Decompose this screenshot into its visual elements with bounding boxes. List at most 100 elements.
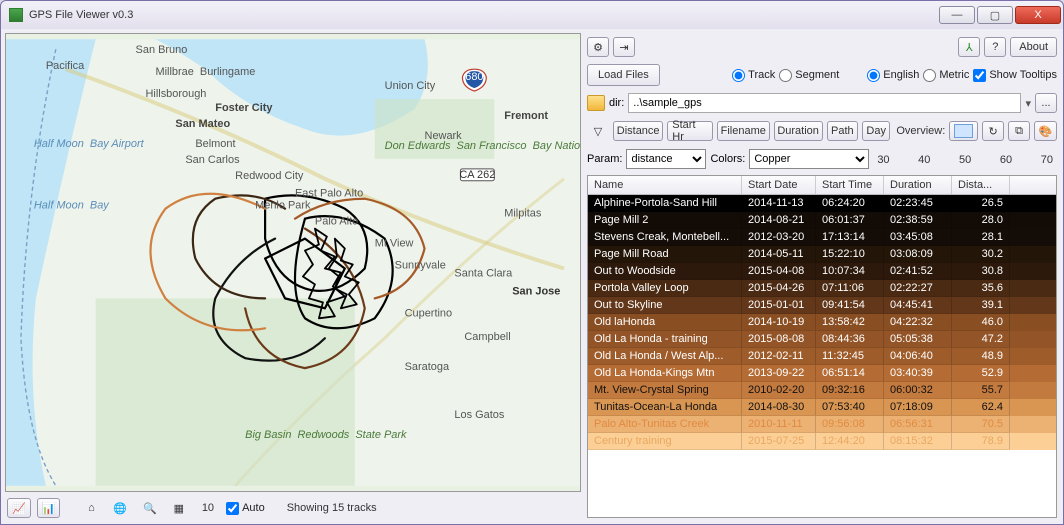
svg-text:San Mateo: San Mateo (175, 118, 230, 130)
filter-path-button[interactable]: Path (827, 121, 858, 141)
home-icon[interactable]: ⌂ (80, 498, 102, 518)
table-row[interactable]: Tunitas-Ocean-La Honda2014-08-3007:53:40… (588, 399, 1056, 416)
col-duration[interactable]: Duration (884, 176, 952, 194)
zoom-icon[interactable]: 🔍 (138, 498, 162, 518)
param-select[interactable]: distance (626, 149, 706, 169)
table-row[interactable]: Old laHonda2014-10-1913:58:4204:22:3246.… (588, 314, 1056, 331)
cell-time: 17:13:14 (816, 229, 884, 246)
cell-distance: 46.0 (952, 314, 1010, 331)
cell-duration: 07:18:09 (884, 399, 952, 416)
cell-duration: 08:15:32 (884, 433, 952, 450)
titlebar: GPS File Viewer v0.3 — ▢ X (1, 1, 1063, 29)
cell-distance: 48.9 (952, 348, 1010, 365)
filter-icon[interactable]: ▽ (587, 121, 609, 141)
help-icon[interactable]: ? (984, 37, 1006, 57)
gear-icon[interactable]: ⚙ (587, 37, 609, 57)
col-start-time[interactable]: Start Time (816, 176, 884, 194)
close-button[interactable]: X (1015, 6, 1061, 24)
table-row[interactable]: Old La Honda-Kings Mtn2013-09-2206:51:14… (588, 365, 1056, 382)
cell-date: 2014-10-19 (742, 314, 816, 331)
maximize-button[interactable]: ▢ (977, 6, 1013, 24)
table-row[interactable]: Page Mill 22014-08-2106:01:3702:38:5928.… (588, 212, 1056, 229)
col-name[interactable]: Name (588, 176, 742, 194)
track-radio[interactable]: Track (732, 69, 775, 82)
cell-duration: 02:22:27 (884, 280, 952, 297)
table-row[interactable]: Palo Alto-Tunitas Creek2010-11-1109:56:0… (588, 416, 1056, 433)
filter-distance-button[interactable]: Distance (613, 121, 663, 141)
colors-label: Colors: (710, 153, 745, 165)
auto-checkbox[interactable]: Auto (226, 502, 265, 515)
minimize-button[interactable]: — (939, 6, 975, 24)
filter-filename-button[interactable]: Filename (717, 121, 770, 141)
svg-text:Hillsborough: Hillsborough (146, 88, 207, 100)
show-tooltips-checkbox[interactable]: Show Tooltips (973, 69, 1057, 82)
overview-toggle[interactable] (949, 121, 978, 141)
svg-text:Redwood City: Redwood City (235, 170, 304, 182)
svg-text:Milpitas: Milpitas (504, 208, 542, 220)
layers-icon[interactable]: ▦ (168, 498, 190, 518)
filter-duration-button[interactable]: Duration (774, 121, 823, 141)
table-header[interactable]: Name Start Date Start Time Duration Dist… (588, 176, 1056, 195)
3d-icon[interactable]: ⅄ (958, 37, 980, 57)
colors-select[interactable]: Copper (749, 149, 869, 169)
gradient-ticks: 3040506070 (873, 154, 1057, 166)
svg-text:Belmont: Belmont (195, 138, 235, 150)
table-row[interactable]: Mt. View-Crystal Spring2010-02-2009:32:1… (588, 382, 1056, 399)
cell-date: 2015-07-25 (742, 433, 816, 450)
cell-name: Stevens Creak, Montebell... (588, 229, 742, 246)
table-row[interactable]: Out to Woodside2015-04-0810:07:3402:41:5… (588, 263, 1056, 280)
table-row[interactable]: Alphine-Portola-Sand Hill2014-11-1306:24… (588, 195, 1056, 212)
filter-starthr-button[interactable]: Start Hr (667, 121, 713, 141)
svg-text:East Palo Alto: East Palo Alto (295, 188, 363, 200)
col-start-date[interactable]: Start Date (742, 176, 816, 194)
table-row[interactable]: Old La Honda / West Alp...2012-02-1111:3… (588, 348, 1056, 365)
cell-name: Palo Alto-Tunitas Creek (588, 416, 742, 433)
palette-icon[interactable]: 🎨 (1034, 121, 1057, 141)
cell-time: 06:51:14 (816, 365, 884, 382)
english-radio[interactable]: English (867, 69, 919, 82)
cell-name: Century training (588, 433, 742, 450)
browse-button[interactable]: ... (1035, 93, 1057, 113)
globe-icon[interactable]: 🌐 (108, 498, 132, 518)
chart-icon[interactable]: ⧉ (1008, 121, 1030, 141)
dir-label: dir: (609, 97, 624, 109)
metric-radio[interactable]: Metric (923, 69, 969, 82)
cell-time: 13:58:42 (816, 314, 884, 331)
filter-day-button[interactable]: Day (862, 121, 890, 141)
load-files-button[interactable]: Load Files (587, 64, 660, 86)
cell-time: 09:41:54 (816, 297, 884, 314)
svg-text:San Bruno: San Bruno (136, 44, 188, 56)
refresh-icon[interactable]: ↻ (982, 121, 1004, 141)
svg-text:Los Gatos: Los Gatos (454, 409, 504, 421)
svg-text:Mt View: Mt View (375, 238, 414, 250)
cell-distance: 52.9 (952, 365, 1010, 382)
dir-dropdown-icon[interactable]: ▾ (1025, 97, 1031, 110)
svg-text:Big Basin Redwoods State Par: Big Basin Redwoods State Park (245, 429, 407, 441)
table-row[interactable]: Out to Skyline2015-01-0109:41:5404:45:41… (588, 297, 1056, 314)
dir-input[interactable] (628, 93, 1021, 113)
table-row[interactable]: Page Mill Road2014-05-1115:22:1003:08:09… (588, 246, 1056, 263)
chart-line-icon[interactable]: 📈 (7, 498, 31, 518)
cell-date: 2015-04-26 (742, 280, 816, 297)
map-view[interactable]: 680 CA 262 Pacifica San Bruno Millbrae B… (5, 33, 581, 492)
col-distance[interactable]: Dista... (952, 176, 1010, 194)
table-row[interactable]: Century training2015-07-2512:44:2008:15:… (588, 433, 1056, 450)
table-row[interactable]: Stevens Creak, Montebell...2012-03-2017:… (588, 229, 1056, 246)
cell-date: 2012-03-20 (742, 229, 816, 246)
cell-distance: 70.5 (952, 416, 1010, 433)
cell-duration: 03:45:08 (884, 229, 952, 246)
cell-duration: 03:08:09 (884, 246, 952, 263)
import-icon[interactable]: ⇥ (613, 37, 635, 57)
cell-time: 15:22:10 (816, 246, 884, 263)
svg-text:Don Edwards San Francisco Ba: Don Edwards San Francisco Bay National W… (385, 140, 580, 152)
svg-text:Foster City: Foster City (215, 102, 273, 114)
cell-time: 12:44:20 (816, 433, 884, 450)
svg-text:CA 262: CA 262 (459, 169, 495, 181)
about-button[interactable]: About (1010, 37, 1057, 57)
cell-name: Out to Skyline (588, 297, 742, 314)
table-row[interactable]: Old La Honda - training2015-08-0808:44:3… (588, 331, 1056, 348)
cell-time: 11:32:45 (816, 348, 884, 365)
segment-radio[interactable]: Segment (779, 69, 839, 82)
table-row[interactable]: Portola Valley Loop2015-04-2607:11:0602:… (588, 280, 1056, 297)
chart-bar-icon[interactable]: 📊 (37, 498, 61, 518)
